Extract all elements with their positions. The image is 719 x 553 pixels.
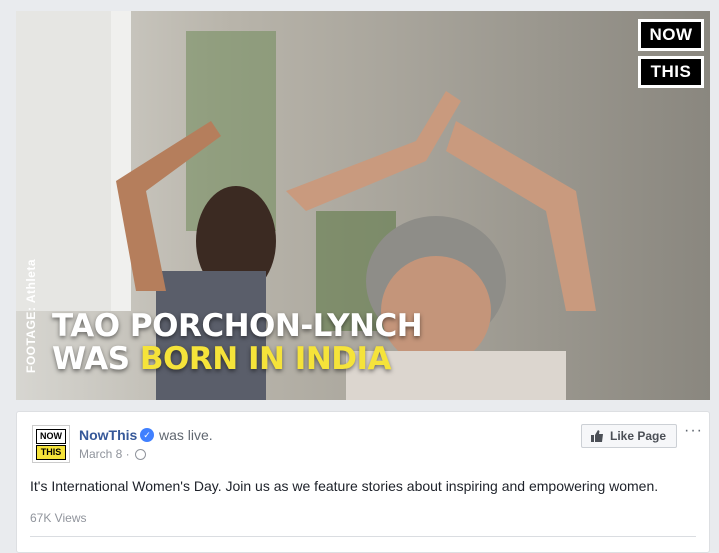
video-player[interactable]: NOW THIS FOOTAGE: Athleta TAO PORCHON-LY… <box>16 11 710 400</box>
caption-line-2-prefix: WAS <box>52 341 140 377</box>
page-avatar[interactable]: NOW THIS <box>32 425 70 463</box>
divider <box>30 536 696 537</box>
avatar-this: THIS <box>36 445 66 460</box>
footage-credit: FOOTAGE: Athleta <box>24 259 38 373</box>
like-page-label: Like Page <box>610 429 667 443</box>
logo-this: THIS <box>638 56 704 88</box>
thumbs-up-icon <box>591 430 603 442</box>
post-date-link[interactable]: March 8 · <box>79 447 130 461</box>
globe-icon <box>135 449 147 461</box>
caption-line-1: TAO PORCHON-LYNCH <box>52 308 423 344</box>
video-caption: TAO PORCHON-LYNCH WAS BORN IN INDIA <box>52 308 423 376</box>
post-status: was live. <box>159 427 213 443</box>
page-name-link[interactable]: NowThis <box>79 427 137 443</box>
post-meta: March 8 · <box>79 447 147 461</box>
caption-highlight: BORN IN INDIA <box>139 341 392 377</box>
logo-now: NOW <box>638 19 704 51</box>
more-icon[interactable]: ··· <box>684 422 703 440</box>
verified-badge-icon: ✓ <box>140 428 154 442</box>
like-page-button[interactable]: Like Page <box>581 424 677 448</box>
post-card: NOW THIS NowThis ✓ was live. March 8 · L… <box>16 411 710 553</box>
view-count: 67K Views <box>30 511 87 525</box>
post-text: It's International Women's Day. Join us … <box>30 478 659 494</box>
nowthis-logo: NOW THIS <box>638 19 704 88</box>
avatar-now: NOW <box>36 429 66 444</box>
caption-line-2: WAS BORN IN INDIA <box>52 343 422 376</box>
